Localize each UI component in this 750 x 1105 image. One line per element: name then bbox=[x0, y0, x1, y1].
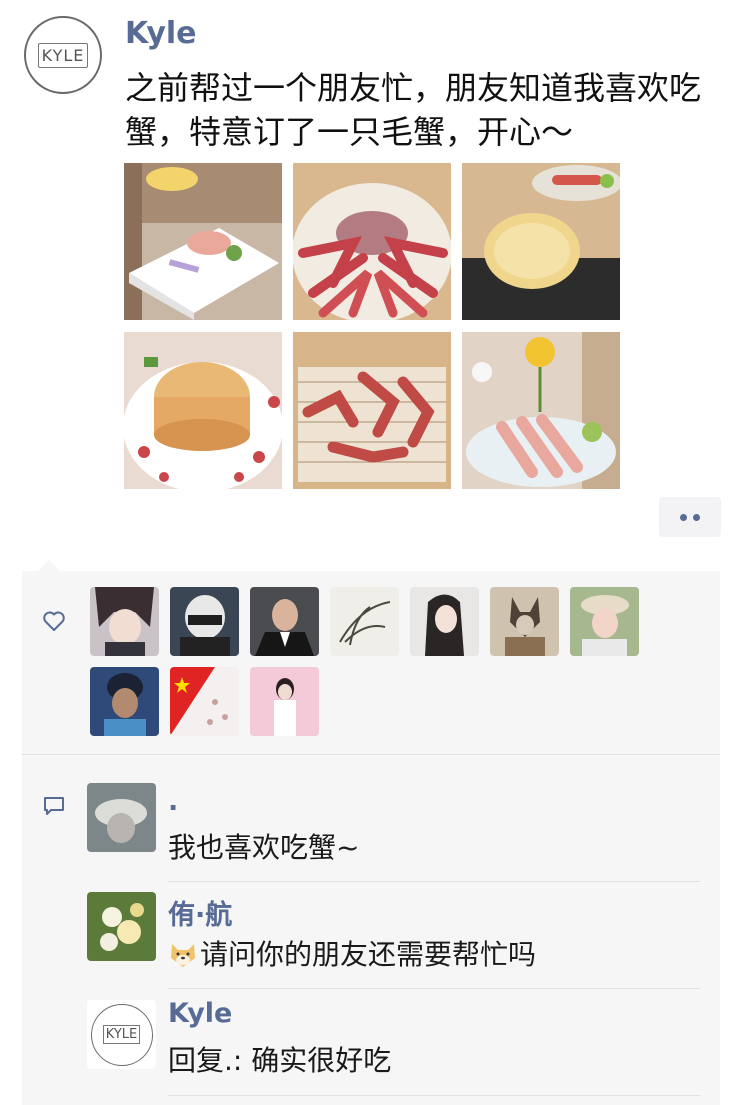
more-actions-button[interactable] bbox=[659, 497, 721, 537]
comment-text-content: 请问你的朋友还需要帮忙吗 bbox=[200, 938, 537, 971]
commenter-name[interactable]: 侑·航 bbox=[168, 893, 232, 932]
photo-5[interactable] bbox=[293, 332, 451, 489]
liker-avatar[interactable] bbox=[90, 667, 159, 736]
comment-icon bbox=[42, 795, 66, 821]
likes-divider bbox=[22, 754, 720, 755]
comment-divider bbox=[168, 1095, 700, 1096]
liker-avatar[interactable] bbox=[250, 667, 319, 736]
liker-avatar[interactable] bbox=[570, 587, 639, 656]
panel-arrow bbox=[38, 560, 60, 571]
comment-divider bbox=[168, 881, 700, 882]
commenter-avatar[interactable]: KYLE bbox=[87, 1000, 156, 1069]
photo-3[interactable] bbox=[462, 163, 620, 320]
liker-avatar[interactable] bbox=[170, 587, 239, 656]
doge-emoji-icon bbox=[168, 940, 198, 968]
liker-avatar[interactable] bbox=[410, 587, 479, 656]
liker-avatar[interactable] bbox=[90, 587, 159, 656]
photo-1[interactable] bbox=[124, 163, 282, 320]
photo-2[interactable] bbox=[293, 163, 451, 320]
comment-divider bbox=[168, 988, 700, 989]
commenter-avatar[interactable] bbox=[87, 783, 156, 852]
photo-6[interactable] bbox=[462, 332, 620, 489]
liker-avatar[interactable] bbox=[330, 587, 399, 656]
comment-text[interactable]: 回复.: 确实很好吃 bbox=[168, 1039, 391, 1079]
author-name[interactable]: Kyle bbox=[125, 16, 197, 51]
ellipsis-dot bbox=[680, 513, 687, 521]
heart-icon bbox=[42, 610, 66, 636]
photo-grid bbox=[124, 163, 620, 491]
comment-text[interactable]: 我也喜欢吃蟹~ bbox=[168, 826, 359, 866]
commenter-name[interactable]: . bbox=[168, 786, 178, 817]
commenter-name[interactable]: Kyle bbox=[168, 998, 232, 1029]
author-avatar[interactable]: KYLE bbox=[24, 16, 102, 94]
photo-4[interactable] bbox=[124, 332, 282, 489]
post-text: 之前帮过一个朋友忙，朋友知道我喜欢吃蟹，特意订了一只毛蟹，开心～ bbox=[125, 69, 702, 151]
ellipsis-dot bbox=[693, 513, 700, 521]
avatar-logo-text: KYLE bbox=[102, 1025, 141, 1044]
avatar-logo-text: KYLE bbox=[37, 42, 89, 68]
comment-text[interactable]: 请问你的朋友还需要帮忙吗 bbox=[168, 933, 536, 973]
liker-avatar[interactable] bbox=[490, 587, 559, 656]
liker-avatar[interactable] bbox=[170, 667, 239, 736]
avatar-logo-ring: KYLE bbox=[90, 1003, 153, 1066]
liker-avatar[interactable] bbox=[250, 587, 319, 656]
commenter-avatar[interactable] bbox=[87, 892, 156, 961]
